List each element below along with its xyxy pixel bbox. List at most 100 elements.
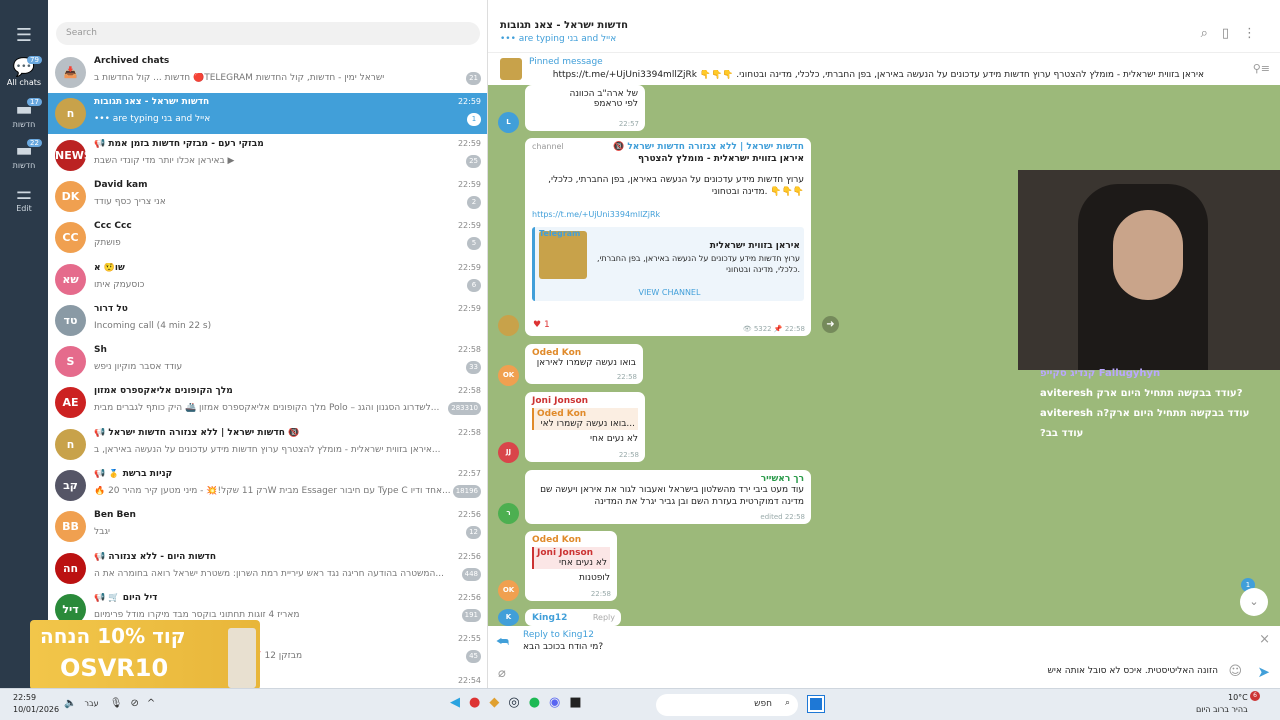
chat-row[interactable]: ח 📢 חדשות ישראל | ללא צנזורה חדשות ישראל… [48,424,487,465]
chat-name: 📢 מבזקי רעם - מבזקי חדשות בזמן אמת [94,138,264,149]
attach-icon[interactable]: ⌀ [498,666,506,681]
avatar[interactable]: OK [498,580,519,601]
send-icon[interactable]: ➤ [1257,663,1270,681]
search-input[interactable]: Search [56,22,480,45]
chat-row[interactable]: NEWS 📢 מבזקי רעם - מבזקי חדשות בזמן אמת … [48,135,487,176]
reply-quote[interactable]: Oded Kon בואו נעשה קשמרו לאי... [532,408,638,430]
unread-count: 12 [466,526,481,540]
edit-folders[interactable]: ⚌ Edit [0,184,48,214]
tray-arrow-icon[interactable]: ^ [147,698,163,709]
clock-date[interactable]: 10/01/2026 [13,705,59,714]
spotify-icon[interactable]: ● [529,695,549,710]
taskbar-search[interactable]: חפש ⌕ [656,694,798,716]
message-author[interactable]: Oded Kon [532,535,610,545]
message-input[interactable]: הזונה האליטיסטית. איכס לא סובל אותה איש [528,666,1218,676]
avatar[interactable]: K [498,609,519,626]
channel-link[interactable]: https://t.me/+UjUni3394mllZjRk [532,210,804,219]
message-author[interactable]: Oded Kon [532,348,636,358]
chat-row[interactable]: 📥 Archived chats חדשות ... קול החדשות ב … [48,52,487,93]
windows-start-icon[interactable] [807,695,825,713]
forwarded-channel-message: channel 🔞 חדשות ישראל | ללא צנזורה חדשות … [525,138,811,336]
discord-icon[interactable]: ◉ [549,695,569,710]
view-count: 5322 [753,325,772,333]
unpin-icon[interactable]: ⚲≡ [1253,62,1270,75]
reply-preview: מי הודח בכוכב הבא? [523,642,604,652]
pinned-bar[interactable]: Pinned message איראן בזווית ישראלית - מו… [488,52,1280,85]
chat-preview: 🔥 רק 11 שקל!💥 - מיני מטען קיר מהיר 20W מ… [94,486,451,496]
unread-count: 18196 [452,485,481,498]
clock-time[interactable]: 22:59 [13,693,36,702]
speaker-icon[interactable]: 🔈 [64,698,84,709]
message-time: 22:58 [616,373,637,381]
avatar[interactable] [498,315,519,336]
unread-count: 1 [467,113,481,127]
chrome-icon[interactable]: ● [469,695,489,710]
chat-row[interactable]: DK David kam אני צריך כסף עודד 22:59 2 [48,176,487,217]
sidebar-toggle-icon[interactable]: ▯ [1222,26,1243,41]
hamburger-icon: ☰ [15,25,33,46]
share-icon[interactable]: ➜ [822,316,839,333]
chat-row[interactable]: קב 📢 🥇 קניות ברשת 🔥 רק 11 שקל!💥 - מיני מ… [48,465,487,506]
chat-row[interactable]: טד טל דרור Incoming call (4 min 22 s) 22… [48,300,487,341]
reaction-heart[interactable]: ♥ 1 [533,320,550,330]
lang-indicator[interactable]: עבר [84,699,98,708]
taskbar: 22:59 10/01/2026 🔈עבר 🎙⊘^ ◀●◆◎●◉■ חפש ⌕ 1… [0,688,1280,720]
avatar[interactable]: OK [498,365,519,386]
chat-time: 22:56 [457,592,481,602]
avatar: S [55,346,86,378]
mic-icon[interactable]: 🎙 [110,698,131,709]
chat-row[interactable]: חה 📢 חדשות היום - ללא צנזורה המשטרה בהוד… [48,548,487,589]
message-bubble: Oded Kon Joni Jonson לא נעים אחי לופטנות … [525,531,617,601]
message-time: 22:57 [618,120,639,128]
network-icon[interactable]: ⊘ [131,698,147,709]
preview-body: ערוץ חדשות מידע עדכונים על הנעשה באיראן,… [597,254,800,274]
cancel-reply-icon[interactable]: × [1259,632,1270,647]
steam-icon[interactable]: ◎ [508,695,528,710]
avatar: BB [55,511,86,543]
chat-name: David kam [94,179,148,190]
chat-row[interactable]: BB Ben Ben יגבל 22:56 12 [48,506,487,547]
folder-news[interactable]: ▬ 17 חדשות [0,98,48,129]
preview-title: איראן בזווית ישראלית [709,241,800,251]
view-channel-button[interactable]: VIEW CHANNEL [535,288,804,297]
chat-time: 22:56 [457,510,481,520]
forward-source[interactable]: channel 🔞 חדשות ישראל | ללא צנזורה חדשות … [532,142,804,152]
reply-button[interactable]: Reply [593,613,615,622]
menu-button[interactable]: ☰ [0,26,48,46]
app-icon[interactable]: ■ [569,695,590,710]
message-text: לופטנות [579,573,610,583]
folder-badge: 22 [27,139,42,147]
perfume-bottle-image [228,628,256,688]
chat-name: Sh [94,345,107,356]
message-author[interactable]: Joni Jonson [532,396,638,406]
link-preview[interactable]: Telegram איראן בזווית ישראלית ערוץ חדשות… [532,227,804,301]
more-icon[interactable]: ⋮ [1243,26,1270,41]
chat-row[interactable]: AE מלך הקופונים אליאקספרס אמזון מלך הקופ… [48,382,487,423]
avatar[interactable]: ר [498,503,519,524]
avatar: AE [55,387,86,419]
avatar: NEWS [55,139,86,171]
chat-title[interactable]: חדשות ישראל - צאנ תגובות [500,20,628,31]
avatar: קב [55,470,86,501]
message-author[interactable]: King12 [532,613,567,623]
promo-banner: קוד 10% הנחה OSVR10 [30,620,260,690]
reply-quote[interactable]: Joni Jonson לא נעים אחי [532,547,610,569]
scroll-down-button[interactable]: ⌄ [1240,588,1268,616]
avatar[interactable]: L [498,112,519,133]
weather-temp[interactable]: 10°C [1228,693,1248,702]
paint-icon[interactable]: ◆ [489,695,508,710]
avatar: חה [55,552,86,584]
emoji-icon[interactable]: ☺ [1228,664,1242,679]
chat-row[interactable]: שא שו🤨 א כוסעמק איתו 22:59 6 [48,259,487,300]
chat-row[interactable]: ח חדשות ישראל - צאנ תגובות ••• are typin… [48,93,487,135]
message-author[interactable]: רך ראשייר [532,474,804,484]
folder-news-2[interactable]: ▬ 22 חדשות [0,139,48,170]
webcam-overlay [1018,170,1280,370]
avatar[interactable]: JJ [498,442,519,463]
folder-all-chats[interactable]: 💬 79 All chats [0,56,48,87]
telegram-icon[interactable]: ◀ [450,695,469,710]
channel-body: ערוץ חדשות מידע עדכונים על הנעשה באיראן,… [548,175,804,197]
chat-row[interactable]: S Sh עודד אסבר מוקיון ניפש 22:58 33 [48,341,487,382]
search-icon[interactable]: ⌕ [1201,26,1222,41]
chat-row[interactable]: CC Ccc Ccc פושתק 22:59 5 [48,217,487,258]
